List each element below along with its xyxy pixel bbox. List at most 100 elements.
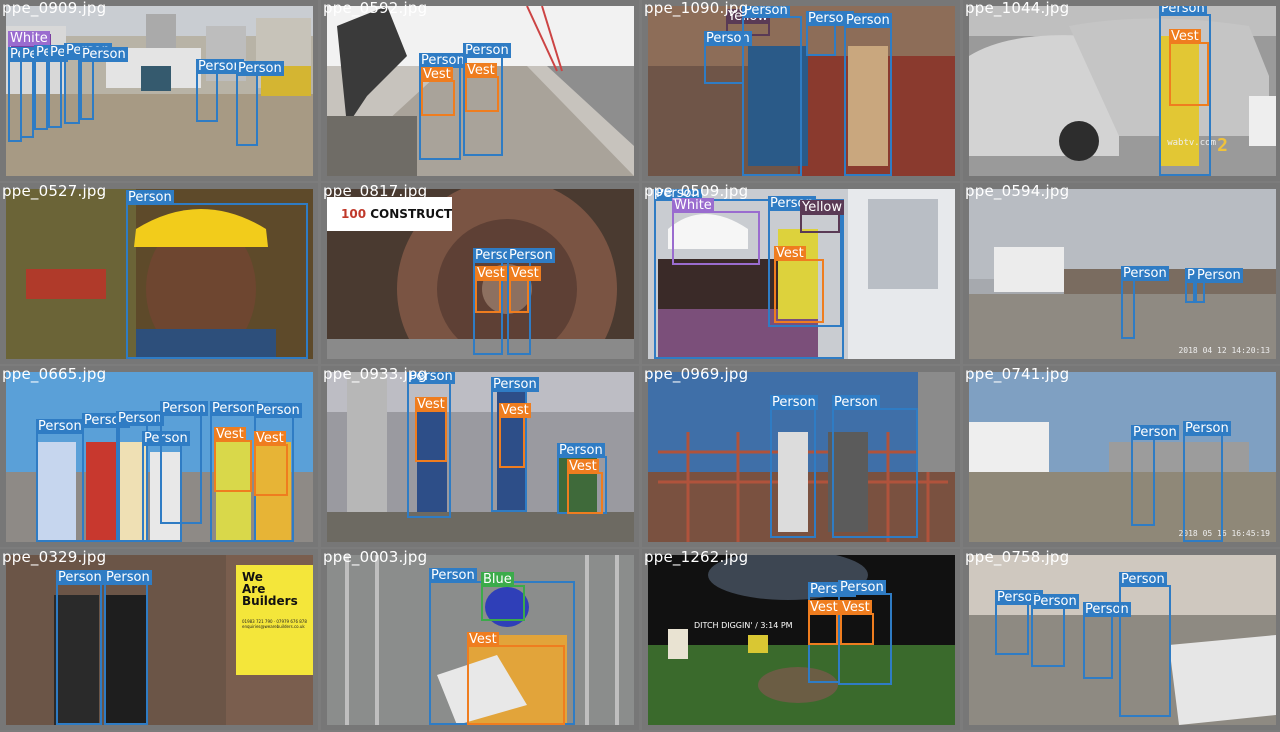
bbox-white: White <box>672 198 760 265</box>
bbox-vest: Vest <box>808 600 840 645</box>
photo: Person Person Person Vest Vest Vest <box>327 372 634 542</box>
bbox-label: Vest <box>465 63 497 78</box>
timestamp: 2018 04 12 14:20:13 <box>1178 346 1270 355</box>
bbox-person: Person <box>995 590 1043 655</box>
bbox-label: Person <box>844 13 892 28</box>
bbox-vest: Vest <box>1169 29 1209 106</box>
sign-email: enquiries@wearebuilders.co.uk <box>242 624 305 629</box>
bbox-vest: Vest <box>774 246 824 323</box>
bbox-blue: Blue <box>481 572 525 621</box>
photo: Person Person Person Person Person Perso… <box>6 372 313 542</box>
photo: We Are Builders 01983 721 790 · 07979 67… <box>6 555 313 725</box>
bbox-person: Person <box>1119 572 1171 717</box>
bbox-label: Vest <box>214 427 246 442</box>
bbox-label: Person <box>1183 421 1231 436</box>
bbox-label: Person <box>1131 425 1179 440</box>
sign-title: We Are Builders <box>242 570 298 608</box>
bbox-label: Vest <box>774 246 806 261</box>
file-name: ppe_0933.jpg <box>323 366 428 383</box>
bbox-label: Person <box>419 53 467 68</box>
bbox-person: Person <box>48 45 96 128</box>
bbox-label: Blue <box>481 572 514 587</box>
bbox-person: Person <box>36 419 84 542</box>
photo: 100 CONSTRUCT Person Person Vest Vest <box>327 189 634 359</box>
bbox-vest: Vest <box>567 459 603 514</box>
photo: Person Vest wabtv.com 2 <box>969 6 1276 176</box>
bbox-person: Person <box>806 11 854 56</box>
bbox-label: Person <box>126 190 174 205</box>
bbox-vest: Vest <box>840 600 874 645</box>
tile: ppe_0741.jpg Person Person 2018 05 16 16… <box>963 366 1280 547</box>
tile: ppe_0933.jpg Person Person Person Vest V… <box>321 366 639 547</box>
bbox-label: Person <box>56 570 104 585</box>
detection-grid: ppe_0909.jpg White Person Person Person … <box>0 0 1280 732</box>
photo: Person Person <box>648 372 955 542</box>
bbox-person: Person <box>56 570 104 725</box>
bbox-person: Person <box>20 47 68 138</box>
file-name: ppe_0003.jpg <box>323 549 428 566</box>
bbox-label: Person <box>463 43 511 58</box>
file-name: ppe_1090.jpg <box>644 0 749 17</box>
bbox-label: Person <box>1031 594 1079 609</box>
bbox-label: Person <box>429 568 477 583</box>
bbox-person: Person <box>104 570 152 725</box>
file-name: ppe_0509.jpg <box>644 183 749 200</box>
photo: Person <box>6 189 313 359</box>
photo: Person Person 2018 05 16 16:45:19 <box>969 372 1276 542</box>
builders-sign: We Are Builders 01983 721 790 · 07979 67… <box>242 571 310 629</box>
tile: ppe_0509.jpg Person White Person Yellow … <box>642 183 960 364</box>
bbox-person: Person <box>742 6 802 176</box>
bbox-label: Person <box>160 401 208 416</box>
bbox-label: Vest <box>509 266 541 281</box>
photo: Person Person Person Person <box>969 555 1276 725</box>
bbox-label: White <box>672 198 714 213</box>
bbox-label: Person <box>210 401 258 416</box>
tile: ppe_0594.jpg Person Person Person 2018 0… <box>963 183 1280 364</box>
tile: ppe_0909.jpg White Person Person Person … <box>0 0 318 181</box>
bbox-label: Vest <box>808 600 840 615</box>
bbox-label: Person <box>507 248 555 263</box>
bbox-label: Person <box>104 570 152 585</box>
bbox-label: White <box>8 31 50 46</box>
bbox-label: Vest <box>567 459 599 474</box>
tile: ppe_0758.jpg Person Person Person Person <box>963 549 1280 730</box>
bbox-person: Person <box>1121 266 1169 339</box>
bbox-vest: Vest <box>421 67 455 116</box>
bbox-vest: Vest <box>509 266 541 313</box>
bbox-person: Person <box>82 413 130 542</box>
bbox-label: Vest <box>475 266 507 281</box>
bbox-person: Person <box>64 43 112 124</box>
bbox-person: Person <box>704 31 752 84</box>
photo: Person Person Vest Vest <box>327 6 634 176</box>
channel-logo: 2 <box>1217 135 1228 156</box>
tile: ppe_0969.jpg Person Person <box>642 366 960 547</box>
bbox-label: Person <box>80 47 128 62</box>
tile: ppe_1090.jpg Yellow Person Person Person… <box>642 0 960 181</box>
bbox-label: Person <box>832 395 880 410</box>
bbox-person: Person <box>770 395 818 538</box>
bbox-person: Person <box>126 190 308 359</box>
bbox-vest: Vest <box>467 632 565 725</box>
file-name: ppe_0741.jpg <box>965 366 1070 383</box>
bbox-person: Person <box>160 401 208 524</box>
bbox-label: Person <box>742 6 790 18</box>
bbox-label: Vest <box>415 397 447 412</box>
tile: ppe_0665.jpg Person Person Person Person… <box>0 366 318 547</box>
file-name: ppe_0665.jpg <box>2 366 107 383</box>
bbox-person: Person <box>1031 594 1079 667</box>
bbox-person: Person <box>844 13 892 176</box>
bbox-vest: Vest <box>415 397 447 462</box>
bbox-person: Person <box>1083 602 1131 679</box>
bbox-label: Person <box>770 395 818 410</box>
bbox-label: Person <box>116 411 164 426</box>
photo: White Person Person Person Person Person… <box>6 6 313 176</box>
bbox-label: Person <box>1121 266 1169 281</box>
bbox-label: Vest <box>421 67 453 82</box>
bbox-label: Person <box>1119 572 1167 587</box>
tile: ppe_0592.jpg Person Person Vest Vest <box>321 0 639 181</box>
bbox-label: Vest <box>499 403 531 418</box>
tile: ppe_0329.jpg We Are Builders 01983 721 7… <box>0 549 318 730</box>
bbox-label: Person <box>1195 268 1243 283</box>
file-name: ppe_0594.jpg <box>965 183 1070 200</box>
bbox-label: Person <box>254 403 302 418</box>
